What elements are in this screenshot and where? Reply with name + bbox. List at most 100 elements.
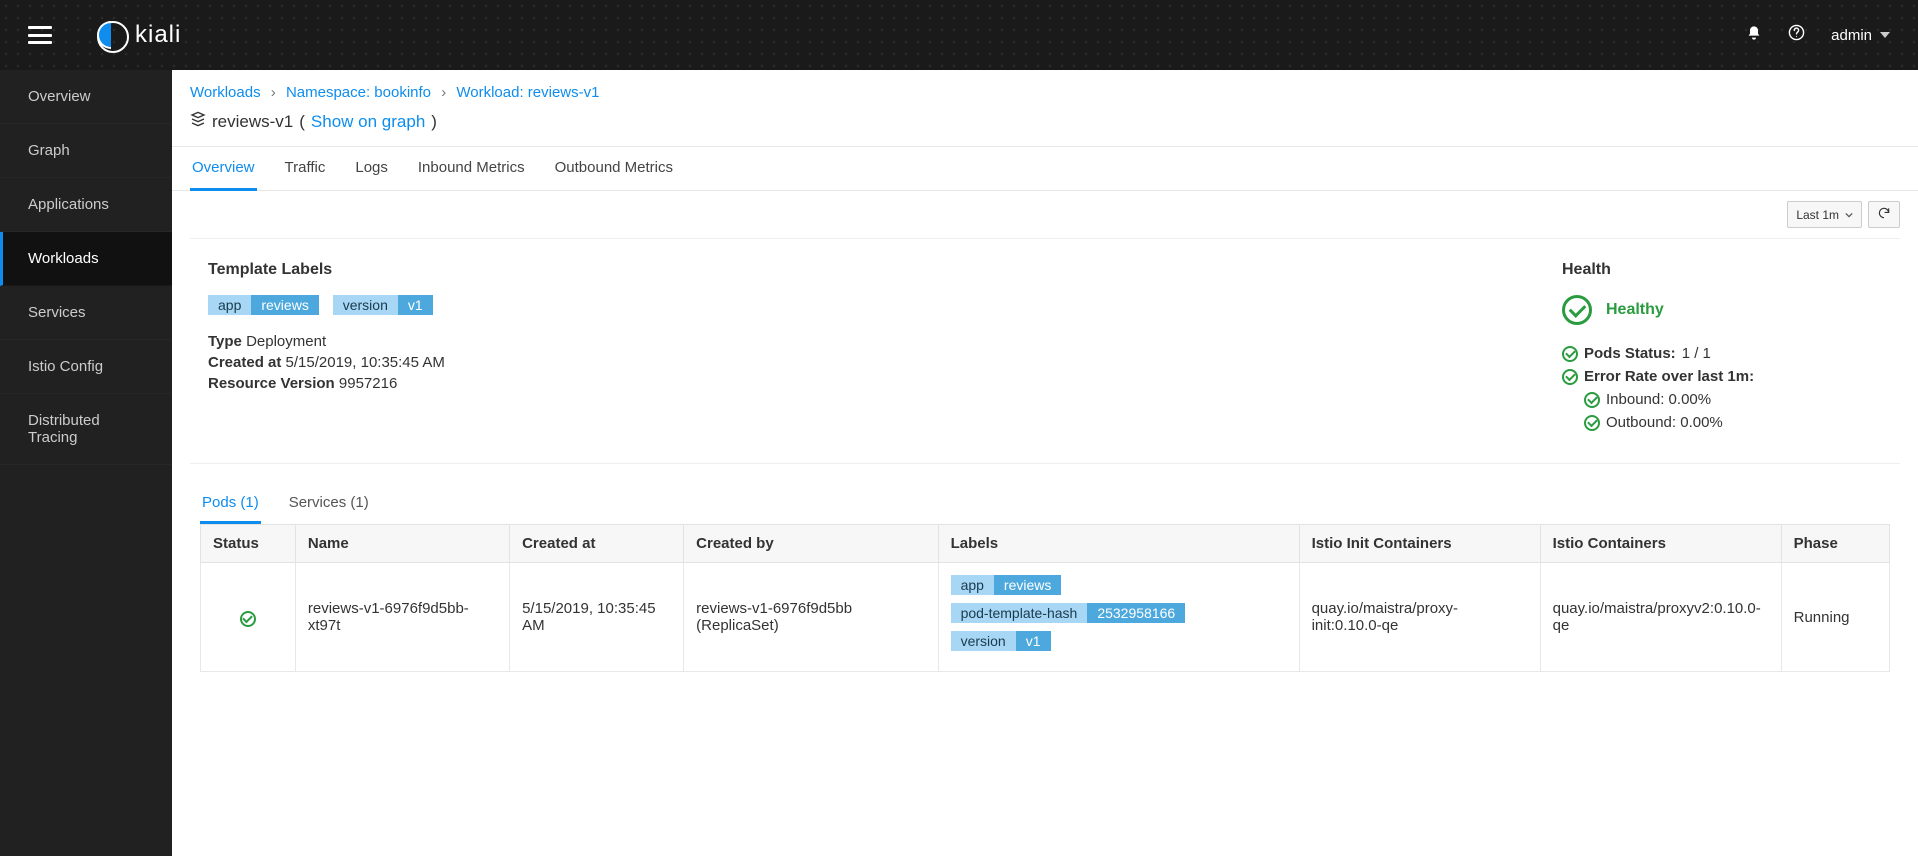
health-status: Healthy <box>1562 295 1882 325</box>
sidebar-item-label: Distributed Tracing <box>28 412 100 446</box>
subtab-services[interactable]: Services (1) <box>287 484 371 524</box>
rv-value: 9957216 <box>339 375 397 392</box>
tab-logs[interactable]: Logs <box>353 147 390 190</box>
sidebar-item-label: Overview <box>28 88 91 105</box>
sidebar-item-graph[interactable]: Graph <box>0 124 172 178</box>
col-created-by[interactable]: Created by <box>684 525 938 563</box>
user-menu[interactable]: admin <box>1831 27 1890 44</box>
sidebar-item-label: Graph <box>28 142 70 159</box>
tab-label: Overview <box>192 159 255 176</box>
cell-phase: Running <box>1781 563 1889 672</box>
cell-created-at: 5/15/2019, 10:35:45 AM <box>510 563 684 672</box>
template-labels-heading: Template Labels <box>208 261 1562 279</box>
health-heading: Health <box>1562 261 1882 279</box>
error-rate-line: Error Rate over last 1m: <box>1562 368 1882 385</box>
label-key: app <box>951 575 994 595</box>
breadcrumb-sep: › <box>271 84 276 101</box>
pods-table: Status Name Created at Created by Labels… <box>200 524 1890 672</box>
label-value: v1 <box>1016 631 1051 651</box>
col-init-containers[interactable]: Istio Init Containers <box>1299 525 1540 563</box>
subtab-label: Services (1) <box>289 494 369 511</box>
bell-icon[interactable] <box>1746 25 1762 46</box>
subtab-pods[interactable]: Pods (1) <box>200 484 261 524</box>
health-status-text: Healthy <box>1606 301 1664 319</box>
sidebar-item-services[interactable]: Services <box>0 286 172 340</box>
tab-traffic[interactable]: Traffic <box>283 147 328 190</box>
cell-init-containers: quay.io/maistra/proxy-init:0.10.0-qe <box>1299 563 1540 672</box>
sub-tabs: Pods (1) Services (1) <box>172 464 1918 524</box>
outbound-rate-line: Outbound: 0.00% <box>1584 414 1882 431</box>
breadcrumb-workloads[interactable]: Workloads <box>190 84 261 101</box>
label-value: reviews <box>251 295 318 315</box>
col-name[interactable]: Name <box>295 525 509 563</box>
pods-status-label: Pods Status: <box>1584 345 1676 362</box>
pods-status-value: 1 / 1 <box>1682 345 1711 362</box>
breadcrumb-namespace[interactable]: Namespace: bookinfo <box>286 84 431 101</box>
label-value: 2532958166 <box>1087 603 1185 623</box>
cell-name: reviews-v1-6976f9d5bb-xt97t <box>295 563 509 672</box>
sidebar-item-label: Services <box>28 304 86 321</box>
time-range-label: Last 1m <box>1796 208 1839 222</box>
sidebar-item-label: Workloads <box>28 250 99 267</box>
brand-logo: kiali <box>97 21 181 49</box>
subtab-label: Pods (1) <box>202 494 259 511</box>
tab-label: Inbound Metrics <box>418 159 525 176</box>
label-chip: versionv1 <box>951 631 1051 651</box>
rv-label: Resource Version <box>208 375 335 392</box>
tab-inbound-metrics[interactable]: Inbound Metrics <box>416 147 527 190</box>
error-rate-label: Error Rate over last 1m: <box>1584 368 1754 385</box>
col-phase[interactable]: Phase <box>1781 525 1889 563</box>
sidebar-item-distributed-tracing[interactable]: Distributed Tracing <box>0 394 172 465</box>
tab-label: Outbound Metrics <box>555 159 673 176</box>
col-status[interactable]: Status <box>201 525 296 563</box>
inbound-rate-line: Inbound: 0.00% <box>1584 391 1882 408</box>
sidebar-item-overview[interactable]: Overview <box>0 70 172 124</box>
type-label: Type <box>208 333 242 350</box>
type-value: Deployment <box>246 333 326 350</box>
workload-icon <box>190 111 206 132</box>
tab-outbound-metrics[interactable]: Outbound Metrics <box>553 147 675 190</box>
refresh-button[interactable] <box>1868 201 1900 228</box>
summary-card: Template Labels app reviews version v1 T… <box>190 238 1900 464</box>
label-value: v1 <box>398 295 433 315</box>
time-range-select[interactable]: Last 1m <box>1787 201 1862 228</box>
sidebar-item-label: Applications <box>28 196 109 213</box>
main-content: Workloads › Namespace: bookinfo › Worklo… <box>172 70 1918 856</box>
created-value: 5/15/2019, 10:35:45 AM <box>286 354 445 371</box>
type-row: Type Deployment <box>208 333 1562 350</box>
show-on-graph-link[interactable]: Show on graph <box>311 112 425 132</box>
brand-text: kiali <box>135 21 181 49</box>
resource-version-row: Resource Version 9957216 <box>208 375 1562 392</box>
pods-status-line: Pods Status: 1 / 1 <box>1562 345 1882 362</box>
col-created-at[interactable]: Created at <box>510 525 684 563</box>
breadcrumb-workload[interactable]: Workload: reviews-v1 <box>456 84 599 101</box>
tab-overview[interactable]: Overview <box>190 147 257 191</box>
detail-tabs: Overview Traffic Logs Inbound Metrics Ou… <box>172 146 1918 191</box>
tab-label: Traffic <box>285 159 326 176</box>
table-row: reviews-v1-6976f9d5bb-xt97t 5/15/2019, 1… <box>201 563 1890 672</box>
menu-toggle-button[interactable] <box>28 26 52 44</box>
tab-label: Logs <box>355 159 388 176</box>
label-key: app <box>208 295 251 315</box>
ok-icon <box>1584 415 1600 431</box>
cell-created-by: reviews-v1-6976f9d5bb (ReplicaSet) <box>684 563 938 672</box>
breadcrumb: Workloads › Namespace: bookinfo › Worklo… <box>172 70 1918 111</box>
sidebar-item-istio-config[interactable]: Istio Config <box>0 340 172 394</box>
sidebar-item-workloads[interactable]: Workloads <box>0 232 172 286</box>
label-value: reviews <box>994 575 1061 595</box>
sidebar-item-label: Istio Config <box>28 358 103 375</box>
template-labels: app reviews version v1 <box>208 295 1562 323</box>
col-containers[interactable]: Istio Containers <box>1540 525 1781 563</box>
label-chip: version v1 <box>333 295 433 315</box>
refresh-icon <box>1877 207 1891 223</box>
cell-containers: quay.io/maistra/proxyv2:0.10.0-qe <box>1540 563 1781 672</box>
sidebar-item-applications[interactable]: Applications <box>0 178 172 232</box>
ok-icon <box>1562 369 1578 385</box>
help-icon[interactable] <box>1788 24 1805 46</box>
chevron-down-icon <box>1845 208 1853 222</box>
inbound-rate-value: Inbound: 0.00% <box>1606 391 1711 408</box>
created-label: Created at <box>208 354 281 371</box>
user-name: admin <box>1831 27 1872 44</box>
col-labels[interactable]: Labels <box>938 525 1299 563</box>
label-key: version <box>333 295 398 315</box>
